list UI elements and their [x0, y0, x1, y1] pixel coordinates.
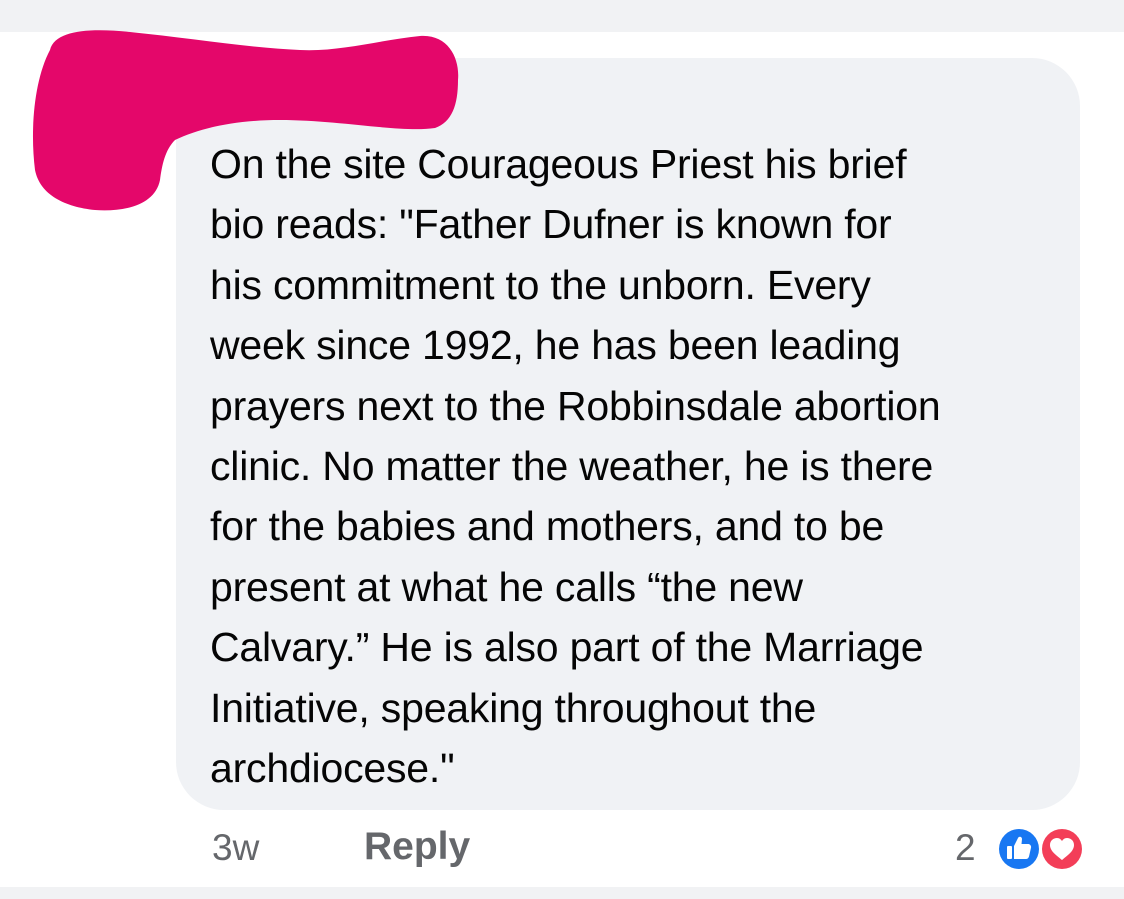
comment-line: Calvary.” He is also part of the Marriag… — [210, 624, 924, 671]
comment-line: Initiative, speaking throughout the — [210, 684, 817, 731]
reply-button[interactable]: Reply — [364, 824, 470, 870]
comment-line: present at what he calls “the new — [210, 563, 803, 610]
love-icon — [1039, 826, 1085, 872]
comment-line: his commitment to the unborn. Every — [210, 261, 871, 308]
comment-line: On the site Courageous Priest his brief — [210, 141, 907, 187]
bottom-divider — [0, 887, 1124, 899]
comment-line: for the babies and mothers, and to be — [210, 503, 885, 550]
comment-body: On the site Courageous Priest his brief … — [210, 134, 1060, 798]
like-icon — [996, 826, 1042, 872]
comment-line: week since 1992, he has been leading — [210, 322, 901, 369]
comment-line: archdiocese." — [210, 745, 455, 792]
comment-line: prayers next to the Robbinsdale abortion — [210, 382, 941, 429]
comment-line: clinic. No matter the weather, he is the… — [210, 443, 934, 490]
comment-timestamp[interactable]: 3w — [212, 826, 259, 870]
comment-line: bio reads: "Father Dufner is known for — [210, 201, 892, 248]
reaction-count[interactable]: 2 — [955, 826, 976, 870]
reactions-summary[interactable] — [993, 823, 1093, 875]
